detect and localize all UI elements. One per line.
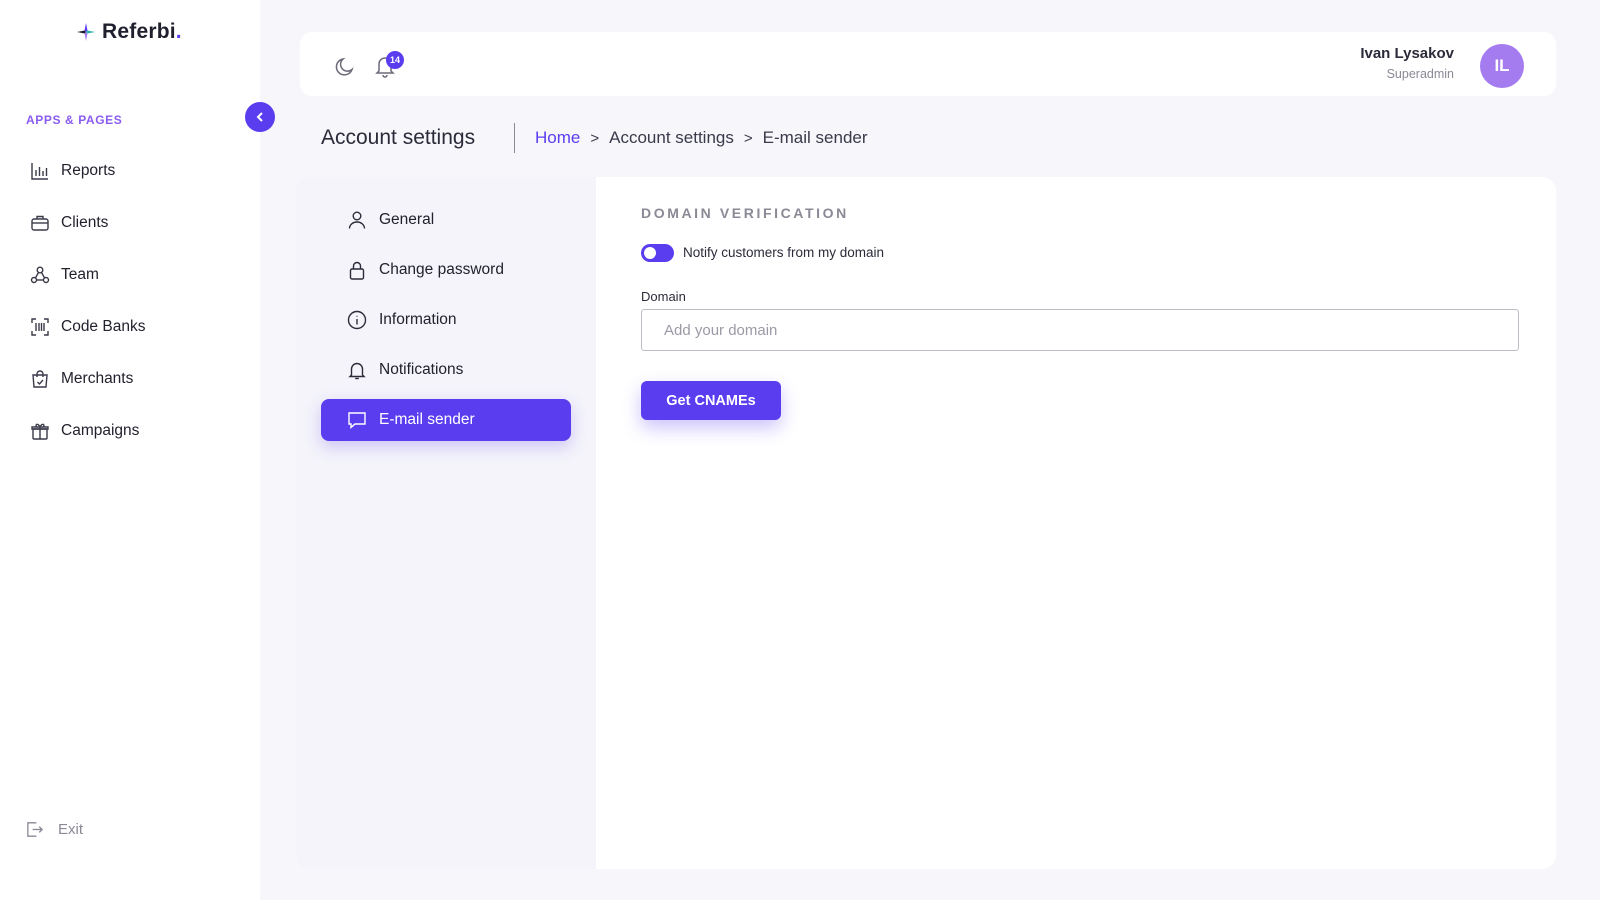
user-icon [348, 211, 366, 229]
settings-item-label: General [379, 211, 435, 228]
domain-field-label: Domain [641, 289, 686, 304]
exit-label: Exit [58, 821, 84, 838]
team-icon [30, 266, 50, 284]
shopping-bag-icon [32, 370, 48, 388]
exit-button[interactable]: Exit [25, 820, 83, 839]
breadcrumb-separator: > [590, 129, 600, 147]
settings-item-label: Notifications [379, 361, 464, 378]
sidebar-item-label: Clients [61, 214, 109, 231]
logo-mark-icon [77, 23, 95, 41]
breadcrumb-current: E-mail sender [762, 128, 868, 147]
info-icon [347, 310, 367, 330]
settings-item-email-sender[interactable]: E-mail sender [321, 399, 571, 441]
brand-logo[interactable]: Referbi. [76, 20, 182, 44]
breadcrumb: Home > Account settings > E-mail sender [535, 128, 868, 148]
gift-icon [31, 423, 49, 440]
settings-item-label: E-mail sender [379, 411, 475, 428]
email-sender-panel: DOMAIN VERIFICATION Notify customers fro… [596, 177, 1556, 869]
sidebar-item-label: Team [61, 266, 99, 283]
collapse-sidebar-button[interactable] [245, 102, 275, 132]
sidebar-item-reports[interactable]: Reports [30, 145, 145, 197]
chevron-left-icon [256, 112, 263, 122]
breadcrumb-account-settings[interactable]: Account settings [609, 128, 734, 148]
topbar: 14 Ivan Lysakov Superadmin IL [300, 32, 1556, 96]
section-title: DOMAIN VERIFICATION [641, 205, 849, 221]
briefcase-icon [31, 215, 49, 231]
nav-section-label: APPS & PAGES [26, 113, 123, 127]
title-divider [514, 123, 515, 153]
theme-toggle-button[interactable] [334, 56, 356, 78]
sidebar-item-code-banks[interactable]: Code Banks [30, 301, 145, 353]
user-role: Superadmin [1386, 67, 1454, 81]
barcode-icon [31, 318, 49, 336]
user-info[interactable]: Ivan Lysakov Superadmin [1360, 45, 1454, 81]
bell-icon [348, 362, 366, 380]
sidebar-item-team[interactable]: Team [30, 249, 145, 301]
page-title: Account settings [321, 126, 476, 149]
settings-item-change-password[interactable]: Change password [321, 249, 571, 291]
chart-bar-icon [31, 163, 48, 180]
notify-domain-toggle[interactable] [641, 244, 674, 262]
settings-item-general[interactable]: General [321, 199, 571, 241]
message-icon [348, 412, 366, 430]
breadcrumb-separator: > [743, 129, 753, 147]
settings-item-information[interactable]: Information [321, 299, 571, 341]
settings-nav: General Change password Information Noti… [321, 199, 571, 449]
domain-input[interactable] [641, 309, 1519, 351]
toggle-knob [644, 247, 656, 259]
sidebar: Referbi. APPS & PAGES Reports Clients Te… [0, 0, 260, 900]
toggle-label: Notify customers from my domain [683, 245, 885, 260]
brand-name: Referbi [102, 20, 176, 43]
sidebar-nav: Reports Clients Team Code Banks Merchant… [30, 145, 145, 457]
avatar[interactable]: IL [1480, 44, 1524, 88]
settings-item-label: Information [379, 311, 457, 328]
sidebar-item-label: Campaigns [61, 422, 140, 439]
sidebar-item-label: Merchants [61, 370, 134, 387]
moon-icon [335, 57, 354, 76]
notification-count-badge: 14 [386, 51, 404, 69]
lock-icon [349, 261, 365, 280]
sidebar-item-merchants[interactable]: Merchants [30, 353, 145, 405]
logout-icon [27, 822, 44, 837]
sidebar-item-campaigns[interactable]: Campaigns [30, 405, 145, 457]
sidebar-item-label: Code Banks [61, 318, 146, 335]
settings-item-label: Change password [379, 261, 504, 278]
breadcrumb-home-link[interactable]: Home [535, 128, 580, 148]
settings-item-notifications[interactable]: Notifications [321, 349, 571, 391]
sidebar-item-clients[interactable]: Clients [30, 197, 145, 249]
get-cnames-button[interactable]: Get CNAMEs [641, 381, 781, 420]
sidebar-item-label: Reports [61, 162, 116, 179]
user-name: Ivan Lysakov [1360, 45, 1454, 62]
brand-dot: . [175, 20, 182, 43]
